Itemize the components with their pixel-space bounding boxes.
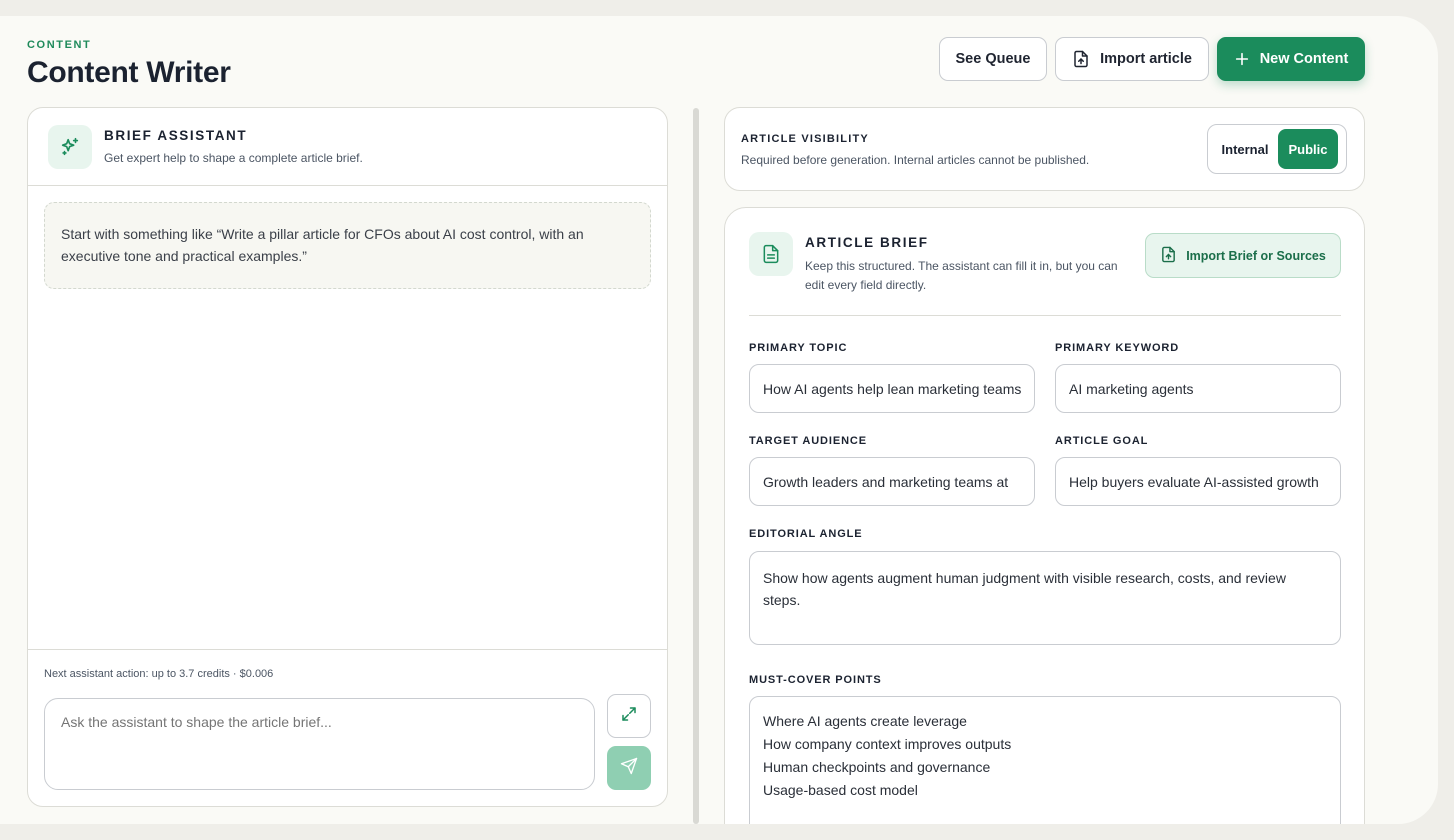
see-queue-label: See Queue [955,51,1031,67]
app-frame: CONTENT Content Writer See Queue Import … [0,16,1438,824]
article-brief-panel: ARTICLE BRIEF Keep this structured. The … [724,207,1365,824]
file-upload-icon [1160,246,1177,266]
section-eyebrow: CONTENT [27,39,92,51]
file-upload-icon [1072,50,1090,68]
new-content-button[interactable]: New Content [1217,37,1365,81]
divider [28,185,667,186]
assistant-hint: Start with something like “Write a pilla… [44,202,651,289]
visibility-option-internal[interactable]: Internal [1212,129,1278,169]
visibility-title: ARTICLE VISIBILITY [741,133,869,145]
brief-assistant-panel: BRIEF ASSISTANT Get expert help to shape… [27,107,668,807]
panel-resize-handle[interactable] [693,108,699,824]
divider [749,315,1341,316]
article-visibility-panel: ARTICLE VISIBILITY Required before gener… [724,107,1365,191]
plus-icon [1234,51,1250,67]
import-article-button[interactable]: Import article [1055,37,1209,81]
sparkles-icon [48,125,92,169]
import-article-label: Import article [1100,51,1192,67]
target-audience-input[interactable]: Growth leaders and marketing teams at [749,457,1035,506]
document-icon [749,232,793,276]
import-brief-label: Import Brief or Sources [1186,248,1326,263]
page-title: Content Writer [27,56,231,89]
send-button[interactable] [607,746,651,790]
expand-icon [620,705,638,728]
assistant-prompt-input[interactable] [44,698,595,790]
primary-topic-label: PRIMARY TOPIC [749,342,848,354]
brief-title: ARTICLE BRIEF [805,235,929,250]
list-item: Human checkpoints and governance [763,759,991,775]
visibility-option-public[interactable]: Public [1278,129,1338,169]
expand-button[interactable] [607,694,651,738]
assistant-title: BRIEF ASSISTANT [104,128,248,143]
divider [28,649,667,650]
brief-subtitle: Keep this structured. The assistant can … [805,259,1118,292]
editorial-angle-textarea[interactable]: Show how agents augment human judgment w… [749,551,1341,645]
article-goal-input[interactable]: Help buyers evaluate AI-assisted growth [1055,457,1341,506]
article-goal-label: ARTICLE GOAL [1055,435,1149,447]
must-cover-label: MUST-COVER POINTS [749,674,882,686]
import-brief-button[interactable]: Import Brief or Sources [1145,233,1341,278]
list-item: Where AI agents create leverage [763,713,967,729]
list-item: How company context improves outputs [763,736,1012,752]
see-queue-button[interactable]: See Queue [939,37,1047,81]
visibility-toggle: Internal Public [1207,124,1347,174]
send-icon [620,757,638,780]
visibility-subtitle: Required before generation. Internal art… [741,153,1090,167]
target-audience-label: TARGET AUDIENCE [749,435,867,447]
editorial-angle-label: EDITORIAL ANGLE [749,528,863,540]
list-item: Usage-based cost model [763,782,918,798]
primary-topic-input[interactable]: How AI agents help lean marketing teams [749,364,1035,413]
new-content-label: New Content [1259,51,1349,67]
primary-keyword-label: PRIMARY KEYWORD [1055,342,1180,354]
assistant-subtitle: Get expert help to shape a complete arti… [104,151,363,165]
primary-keyword-input[interactable]: AI marketing agents [1055,364,1341,413]
must-cover-textarea[interactable]: Where AI agents create leverage How comp… [749,696,1341,824]
credits-estimate: Next assistant action: up to 3.7 credits… [44,668,274,680]
